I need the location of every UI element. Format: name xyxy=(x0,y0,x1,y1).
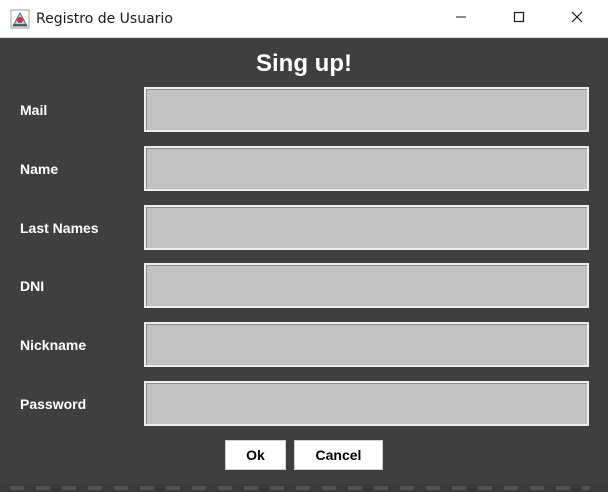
name-field[interactable] xyxy=(144,146,589,191)
ok-button[interactable]: Ok xyxy=(225,440,286,470)
password-field[interactable] xyxy=(144,381,589,426)
title-bar[interactable]: Registro de Usuario xyxy=(0,0,608,38)
name-label: Name xyxy=(20,161,59,177)
close-icon xyxy=(571,10,583,28)
window-title: Registro de Usuario xyxy=(36,11,173,27)
password-label: Password xyxy=(20,396,87,412)
bottom-edge xyxy=(0,484,608,492)
signup-window: Registro de Usuario Sing up! Mail Name L… xyxy=(0,0,608,492)
maximize-icon xyxy=(513,10,525,28)
bottom-edge-artifact xyxy=(10,486,590,490)
last-names-field[interactable] xyxy=(144,205,589,250)
cancel-button[interactable]: Cancel xyxy=(294,440,383,470)
nickname-label: Nickname xyxy=(20,337,87,353)
dni-field[interactable] xyxy=(144,263,589,308)
page-title: Sing up! xyxy=(256,50,352,77)
minimize-icon xyxy=(455,10,467,28)
close-button[interactable] xyxy=(554,0,600,38)
minimize-button[interactable] xyxy=(438,0,484,38)
last-names-label: Last Names xyxy=(20,220,99,236)
maximize-button[interactable] xyxy=(496,0,542,38)
mail-label: Mail xyxy=(20,102,48,118)
nickname-field[interactable] xyxy=(144,322,589,367)
dni-label: DNI xyxy=(20,278,45,294)
mail-field[interactable] xyxy=(144,87,589,132)
java-app-icon xyxy=(10,9,30,29)
